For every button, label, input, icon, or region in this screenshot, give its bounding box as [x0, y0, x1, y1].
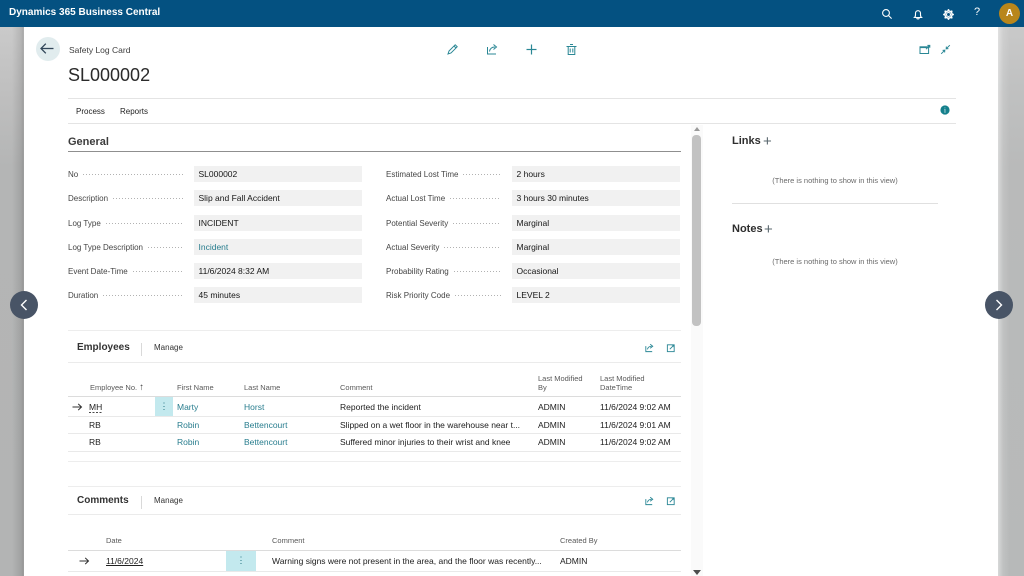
svg-text:i: i	[944, 106, 946, 114]
